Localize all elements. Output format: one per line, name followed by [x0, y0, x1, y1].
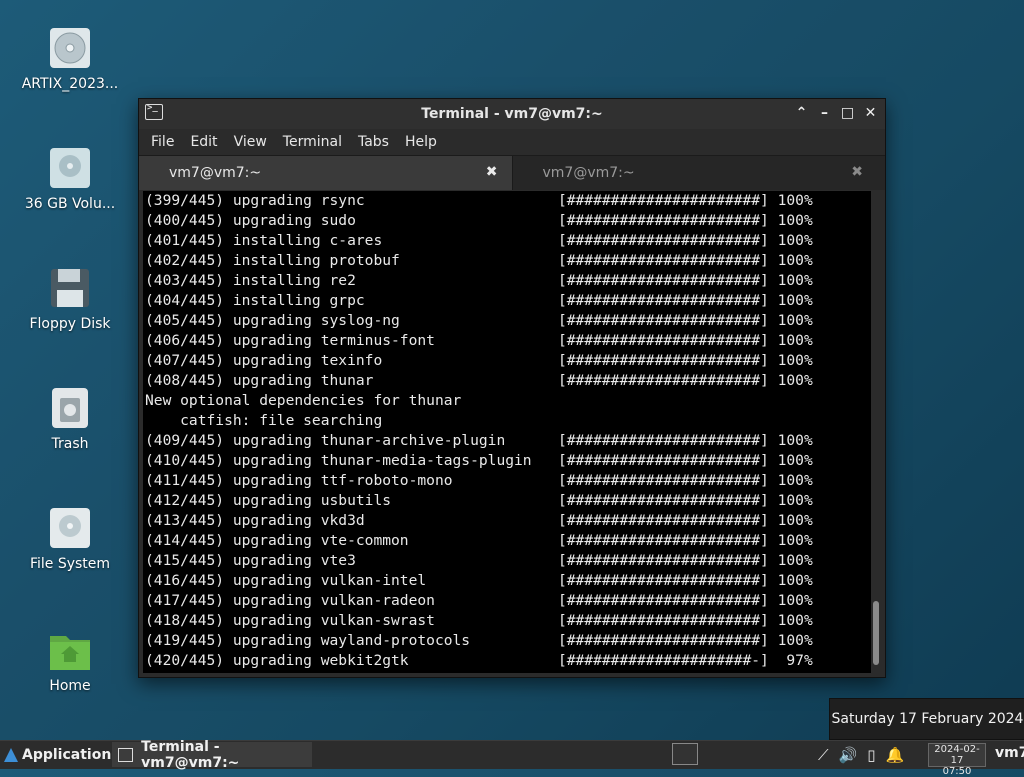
desktop-icon-volume[interactable]: 36 GB Volu... [10, 146, 130, 212]
menu-tabs[interactable]: Tabs [358, 134, 389, 150]
clock-date: 2024-02-17 [934, 744, 980, 766]
minimize-button[interactable]: – [816, 103, 833, 123]
terminal-line: (414/445) upgrading vte-common [########… [145, 532, 813, 549]
network-icon[interactable]: ⟋ [818, 746, 829, 764]
terminal-window: Terminal - vm7@vm7:~ ⌃ – □ ✕ File Edit V… [138, 98, 886, 678]
window-titlebar[interactable]: Terminal - vm7@vm7:~ ⌃ – □ ✕ [139, 99, 885, 129]
tab-2[interactable]: vm7@vm7:~ ✖ [512, 156, 885, 190]
terminal-line: (418/445) upgrading vulkan-swrast [#####… [145, 612, 813, 629]
desktop-icon-artix-disc[interactable]: ARTIX_2023... [10, 26, 130, 92]
taskbar-window-label: Terminal - vm7@vm7:~ [141, 738, 240, 771]
window-title: Terminal - vm7@vm7:~ [421, 106, 603, 122]
menu-help[interactable]: Help [405, 134, 437, 150]
terminal-line: (399/445) upgrading rsync [#############… [145, 192, 813, 209]
desktop-icon-label: Trash [51, 436, 89, 452]
terminal-line: (412/445) upgrading usbutils [##########… [145, 492, 813, 509]
terminal-line: (407/445) upgrading texinfo [###########… [145, 352, 813, 369]
terminal-line: (408/445) upgrading thunar [############… [145, 372, 813, 389]
terminal-line: (400/445) upgrading sudo [##############… [145, 212, 813, 229]
window-shade-button[interactable]: ⌃ [793, 103, 810, 123]
taskbar: Applications Terminal - vm7@vm7:~ ⟋ 🔊 ▯ … [0, 739, 1024, 777]
date-tooltip: Saturday 17 February 2024 [829, 698, 1024, 740]
taskbar-window-button[interactable]: Terminal - vm7@vm7:~ [112, 739, 312, 771]
terminal-line: (409/445) upgrading thunar-archive-plugi… [145, 432, 813, 449]
terminal-icon [118, 747, 134, 762]
menu-edit[interactable]: Edit [190, 134, 217, 150]
terminal-line: New optional dependencies for thunar [145, 392, 462, 409]
disc-icon [48, 26, 92, 70]
terminal-line: (420/445) upgrading webkit2gtk [########… [145, 652, 813, 669]
desktop-icon-label: Floppy Disk [29, 316, 111, 332]
desktop-icon-file-system[interactable]: File System [10, 506, 130, 572]
menu-file[interactable]: File [151, 134, 174, 150]
desktop-icon-label: File System [29, 556, 111, 572]
terminal-line: catfish: file searching [145, 412, 383, 429]
drive-icon [48, 146, 92, 190]
trash-icon [48, 386, 92, 430]
hard-drive-icon [48, 506, 92, 550]
battery-icon[interactable]: ▯ [867, 746, 875, 764]
terminal-line: (406/445) upgrading terminus-font [#####… [145, 332, 813, 349]
system-tray: ⟋ 🔊 ▯ 🔔 [818, 741, 904, 769]
close-tab-icon[interactable]: ✖ [486, 164, 498, 180]
menu-terminal[interactable]: Terminal [283, 134, 342, 150]
terminal-launcher-icon[interactable] [672, 743, 698, 765]
applications-label: Applications [22, 747, 120, 763]
home-folder-icon [48, 628, 92, 672]
tab-label: vm7@vm7:~ [169, 165, 262, 181]
tab-bar: vm7@vm7:~ ✖ vm7@vm7:~ ✖ [139, 155, 885, 190]
desktop-icon-label: Home [49, 678, 91, 694]
desktop-icon-trash[interactable]: Trash [10, 386, 130, 452]
terminal-line: (402/445) installing protobuf [#########… [145, 252, 813, 269]
terminal-line: (415/445) upgrading vte3 [##############… [145, 552, 813, 569]
terminal-line: (417/445) upgrading vulkan-radeon [#####… [145, 592, 813, 609]
close-tab-icon[interactable]: ✖ [851, 164, 863, 180]
desktop-icon-label: 36 GB Volu... [24, 196, 116, 212]
terminal-line: (413/445) upgrading vkd3d [#############… [145, 512, 813, 529]
desktop-icon-home[interactable]: Home [10, 628, 130, 694]
terminal-output[interactable]: (399/445) upgrading rsync [#############… [143, 191, 871, 673]
close-window-button[interactable]: ✕ [862, 103, 879, 123]
terminal-line: (411/445) upgrading ttf-roboto-mono [###… [145, 472, 813, 489]
terminal-line: (405/445) upgrading syslog-ng [#########… [145, 312, 813, 329]
clock[interactable]: 2024-02-17 07:50 [928, 743, 986, 777]
tab-label: vm7@vm7:~ [542, 165, 635, 181]
desktop-icon-floppy[interactable]: Floppy Disk [10, 266, 130, 332]
menu-bar: File Edit View Terminal Tabs Help [139, 129, 885, 155]
terminal-line: (419/445) upgrading wayland-protocols [#… [145, 632, 813, 649]
terminal-scrollbar[interactable] [871, 191, 881, 673]
terminal-line: (416/445) upgrading vulkan-intel [######… [145, 572, 813, 589]
terminal-line: (410/445) upgrading thunar-media-tags-pl… [145, 452, 813, 469]
artix-logo-icon [4, 748, 18, 762]
terminal-line: (401/445) installing c-ares [###########… [145, 232, 813, 249]
notification-bell-icon[interactable]: 🔔 [885, 746, 904, 764]
user-label[interactable]: vm7 [995, 745, 1024, 761]
volume-icon[interactable]: 🔊 [839, 746, 858, 764]
terminal-line: (403/445) installing re2 [##############… [145, 272, 813, 289]
menu-view[interactable]: View [234, 134, 267, 150]
desktop-icon-label: ARTIX_2023... [21, 76, 119, 92]
floppy-disk-icon [48, 266, 92, 310]
maximize-button[interactable]: □ [839, 103, 856, 123]
applications-menu-button[interactable]: Applications [0, 747, 120, 763]
scrollbar-thumb[interactable] [873, 601, 879, 665]
tab-1[interactable]: vm7@vm7:~ ✖ [139, 156, 513, 190]
terminal-line: (404/445) installing grpc [#############… [145, 292, 813, 309]
